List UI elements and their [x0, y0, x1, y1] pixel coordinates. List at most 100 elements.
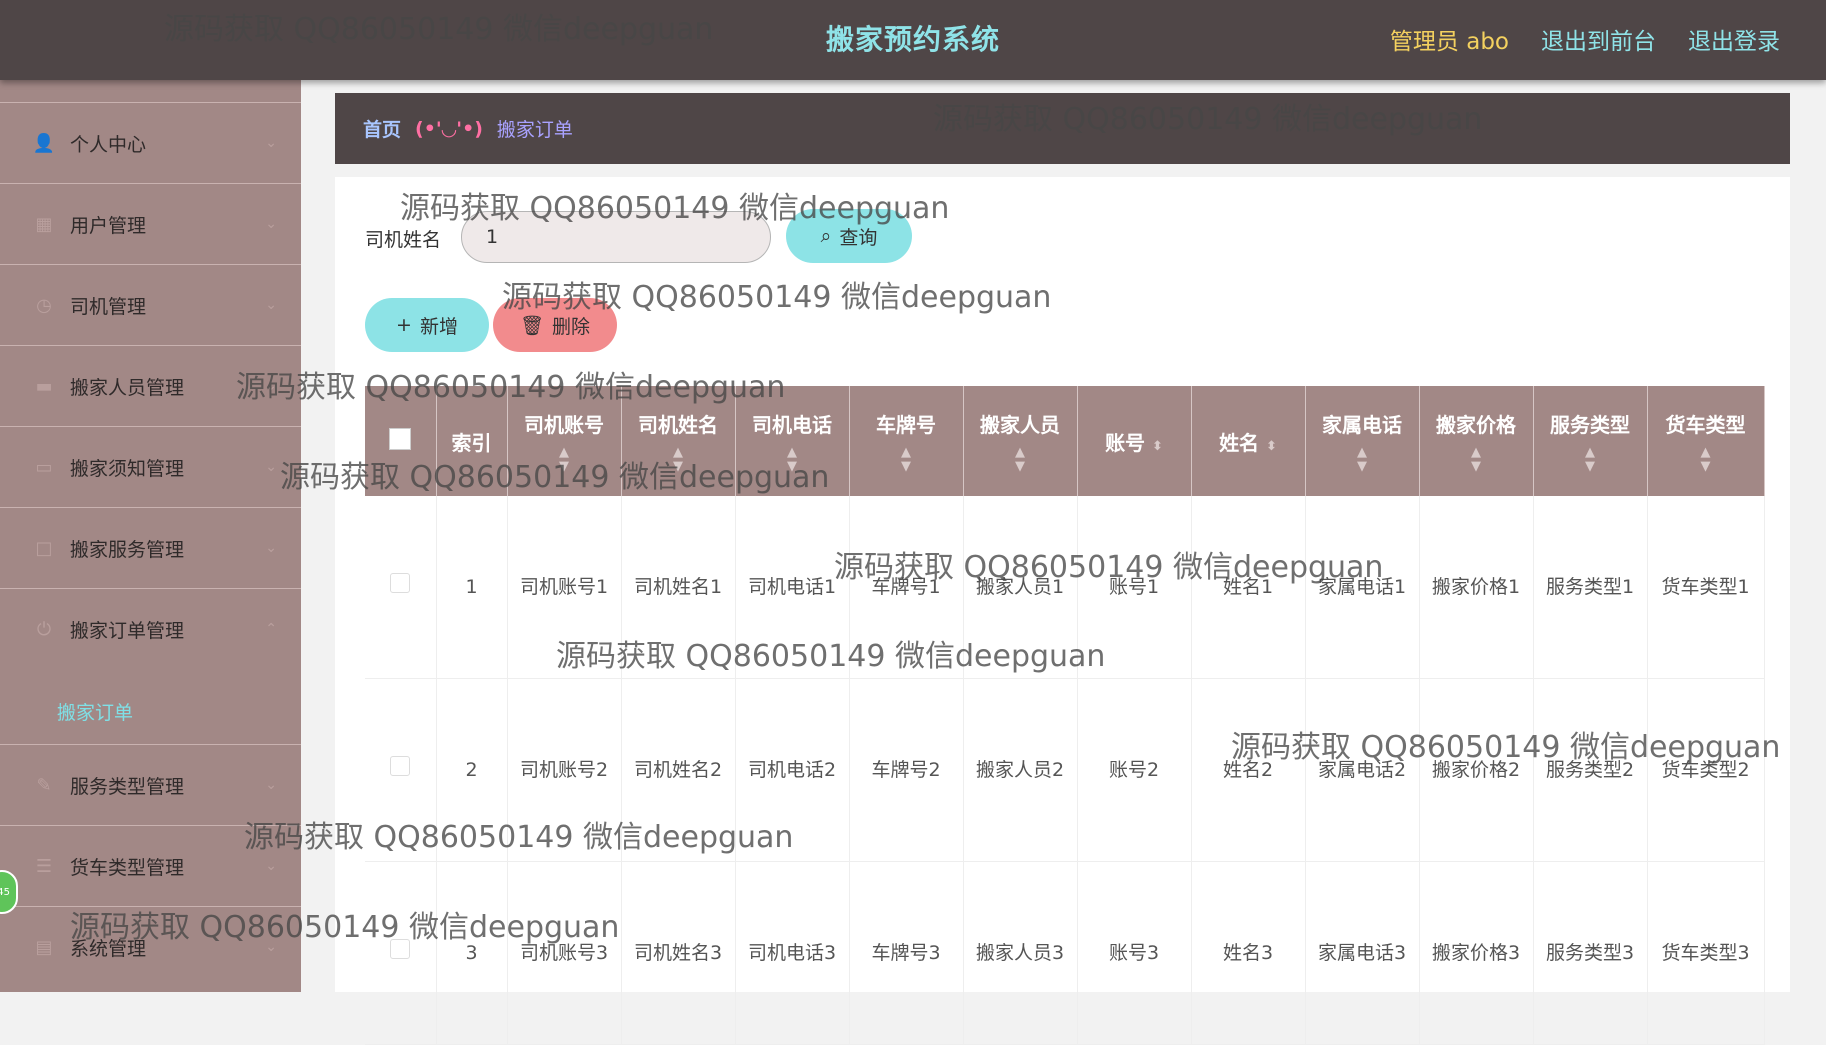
row-checkbox[interactable] [365, 496, 437, 679]
column-header-label: 姓名 [1219, 430, 1260, 455]
table-cell: 司机姓名2 [621, 678, 736, 862]
briefcase-icon: ▭ [35, 456, 53, 478]
delete-button[interactable]: 🗑 删除 [493, 298, 617, 352]
power-icon: ⏻ [36, 618, 52, 640]
sidebar: 👤 个人中心 ⌄ ▦ 用户管理 ⌄ ◷ 司机管理 ⌄ ▬ 搬家人员管理 ⌄ ▭ … [0, 80, 301, 992]
search-icon: ⌕ [820, 225, 832, 247]
sidebar-item-label: 司机管理 [70, 295, 147, 318]
table-cell: 家属电话3 [1305, 861, 1420, 1045]
table-cell: 3 [436, 861, 508, 1045]
sidebar-item-notice-management[interactable]: ▭ 搬家须知管理 ⌄ [0, 426, 301, 507]
breadcrumb-separator: (•'◡'•) [415, 117, 483, 140]
folder-icon: ▬ [35, 375, 53, 397]
column-header[interactable]: 家属电话 ▲ ▼ [1305, 386, 1420, 496]
clock-icon: ◷ [36, 294, 52, 316]
chevron-down-icon: ⌄ [265, 858, 277, 874]
table-cell: 货车类型3 [1647, 861, 1765, 1045]
search-button[interactable]: ⌕ 查询 [786, 209, 912, 263]
sidebar-item-order-management[interactable]: ⏻ 搬家订单管理 ⌃ [0, 588, 301, 669]
sort-icon[interactable]: ▲ ▼ [1536, 445, 1645, 474]
chevron-down-icon: ⌄ [265, 459, 277, 475]
column-header-label: 司机姓名 [638, 412, 718, 437]
table-row: 1 司机账号1 司机姓名1 司机电话1 车牌号1 搬家人员1 账号1 姓名1 家… [365, 496, 1765, 679]
sort-icon[interactable]: ▲ ▼ [852, 445, 961, 474]
table-cell: 货车类型2 [1647, 678, 1765, 862]
column-header[interactable]: 账号 ⬍ [1077, 386, 1192, 496]
sidebar-item-label: 搬家人员管理 [70, 376, 185, 399]
driver-name-search-input[interactable] [461, 211, 771, 263]
sort-icon[interactable]: ▲ ▼ [1422, 445, 1531, 474]
orders-table: 索引 司机账号 ▲ ▼ 司机姓名 ▲ ▼ 司机电话 ▲ ▼ 车牌号 ▲ ▼ 搬家人员 ▲ ▼ 账号 … [365, 386, 1765, 1045]
table-cell: 车牌号2 [849, 678, 964, 862]
sort-icon[interactable]: ▲ ▼ [1650, 445, 1762, 474]
sidebar-item-mover-management[interactable]: ▬ 搬家人员管理 ⌄ [0, 345, 301, 426]
trash-icon: 🗑 [519, 314, 545, 337]
chevron-down-icon: ⌄ [265, 216, 277, 232]
table-cell: 车牌号3 [849, 861, 964, 1045]
admin-label: 管理员 abo [1389, 29, 1509, 55]
table-cell: 账号2 [1077, 678, 1192, 862]
table-cell: 服务类型2 [1533, 678, 1648, 862]
row-checkbox[interactable] [365, 861, 437, 1045]
column-header[interactable]: 司机姓名 ▲ ▼ [621, 386, 736, 496]
sort-icon[interactable]: ▲ ▼ [510, 445, 619, 474]
table-cell: 司机电话2 [735, 678, 850, 862]
edit-icon: ✎ [36, 774, 52, 796]
table-header-row: 索引 司机账号 ▲ ▼ 司机姓名 ▲ ▼ 司机电话 ▲ ▼ 车牌号 ▲ ▼ 搬家人员 ▲ ▼ 账号 … [365, 386, 1765, 496]
sidebar-item-service-management[interactable]: □ 搬家服务管理 ⌄ [0, 507, 301, 588]
table-cell: 司机账号1 [507, 496, 622, 679]
sidebar-subitem-orders[interactable]: 搬家订单 [57, 698, 133, 725]
select-all-checkbox[interactable] [365, 386, 437, 496]
table-cell: 家属电话1 [1305, 496, 1420, 679]
sort-icon[interactable]: ⬍ [1152, 439, 1163, 454]
column-header[interactable]: 搬家价格 ▲ ▼ [1419, 386, 1534, 496]
add-button[interactable]: + 新增 [365, 298, 489, 352]
column-header-label: 车牌号 [876, 412, 936, 437]
breadcrumb-home[interactable]: 首页 [363, 115, 401, 142]
column-header-label: 索引 [451, 430, 492, 455]
column-header[interactable]: 司机账号 ▲ ▼ [507, 386, 622, 496]
logout-link[interactable]: 退出登录 [1688, 22, 1780, 56]
column-header-label: 家属电话 [1322, 412, 1402, 437]
chat-icon: ▤ [35, 936, 53, 958]
sort-icon[interactable]: ⬍ [1266, 439, 1277, 454]
breadcrumb: 首页 (•'◡'•) 搬家订单 [335, 93, 1790, 164]
row-checkbox[interactable] [365, 678, 437, 862]
table-cell: 司机姓名3 [621, 861, 736, 1045]
sidebar-item-label: 货车类型管理 [70, 856, 185, 879]
sort-icon[interactable]: ▲ ▼ [966, 445, 1075, 474]
sidebar-item-driver-management[interactable]: ◷ 司机管理 ⌄ [0, 264, 301, 345]
chevron-down-icon: ⌄ [265, 297, 277, 313]
sort-icon[interactable]: ▲ ▼ [624, 445, 733, 474]
sidebar-item-personal-center[interactable]: 👤 个人中心 ⌄ [0, 102, 301, 183]
table-cell: 货车类型1 [1647, 496, 1765, 679]
sidebar-item-label: 搬家服务管理 [70, 538, 185, 561]
table-cell: 1 [436, 496, 508, 679]
column-header[interactable]: 姓名 ⬍ [1191, 386, 1306, 496]
table-cell: 司机电话3 [735, 861, 850, 1045]
column-header[interactable]: 货车类型 ▲ ▼ [1647, 386, 1765, 496]
sidebar-item-truck-type-management[interactable]: ☰ 货车类型管理 ⌄ [0, 825, 301, 906]
search-label: 司机姓名 [365, 229, 442, 251]
column-header-label: 服务类型 [1550, 412, 1630, 437]
sidebar-item-user-management[interactable]: ▦ 用户管理 ⌄ [0, 183, 301, 264]
column-header[interactable]: 服务类型 ▲ ▼ [1533, 386, 1648, 496]
sidebar-item-system-management[interactable]: ▤ 系统管理 ⌄ [0, 906, 301, 987]
square-icon: □ [35, 537, 53, 559]
column-header[interactable]: 车牌号 ▲ ▼ [849, 386, 964, 496]
sort-icon[interactable]: ▲ ▼ [1308, 445, 1417, 474]
table-cell: 司机电话1 [735, 496, 850, 679]
table-cell: 搬家价格1 [1419, 496, 1534, 679]
table-cell: 账号1 [1077, 496, 1192, 679]
back-to-front-link[interactable]: 退出到前台 [1541, 22, 1656, 56]
column-header: 索引 [436, 386, 508, 496]
column-header[interactable]: 司机电话 ▲ ▼ [735, 386, 850, 496]
table-cell: 司机账号2 [507, 678, 622, 862]
sidebar-item-label: 系统管理 [70, 937, 147, 960]
sort-icon[interactable]: ▲ ▼ [738, 445, 847, 474]
chevron-down-icon: ⌄ [265, 378, 277, 394]
column-header[interactable]: 搬家人员 ▲ ▼ [963, 386, 1078, 496]
table-cell: 姓名2 [1191, 678, 1306, 862]
sidebar-item-service-type-management[interactable]: ✎ 服务类型管理 ⌄ [0, 744, 301, 825]
table-cell: 搬家人员2 [963, 678, 1078, 862]
